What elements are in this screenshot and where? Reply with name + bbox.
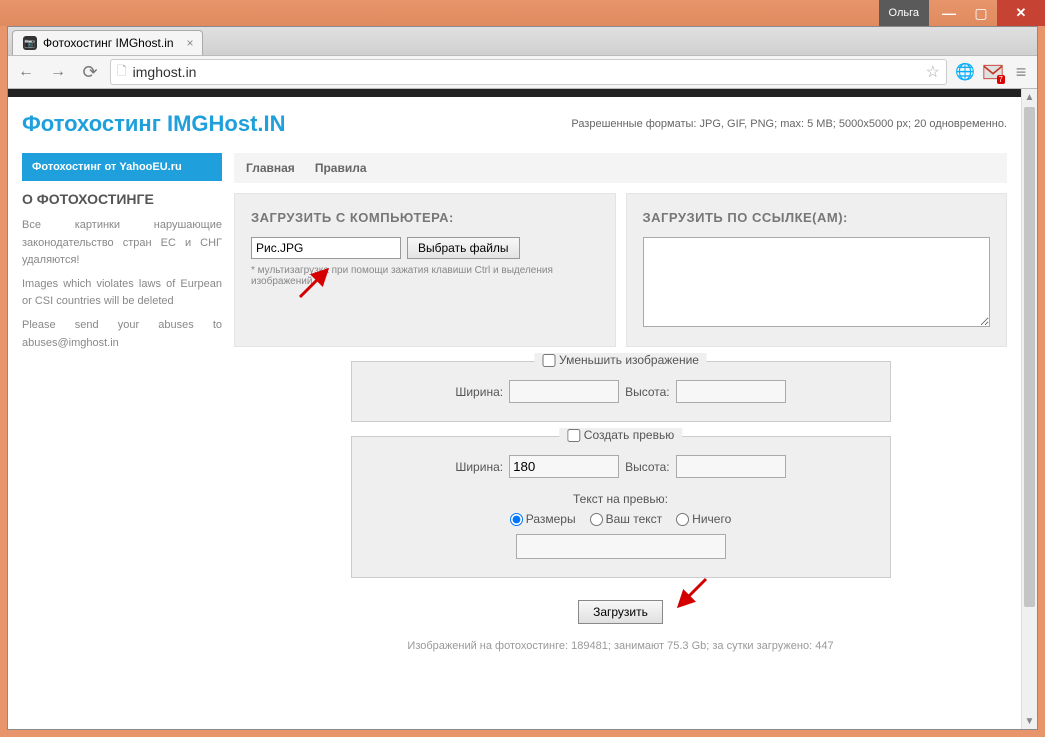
vertical-scrollbar[interactable]: ▲ ▼	[1021, 89, 1037, 729]
page-icon: 🗋	[117, 62, 127, 83]
user-badge[interactable]: Ольга	[879, 0, 929, 26]
sidebar-header: Фотохостинг от YahooEU.ru	[22, 153, 222, 181]
preview-opt-none-radio[interactable]	[676, 513, 689, 526]
about-text-1: Все картинки нарушающие законодательство…	[22, 217, 222, 270]
resize-legend: Уменьшить изображение	[559, 353, 699, 367]
tab-close-icon[interactable]: ×	[187, 36, 194, 50]
address-bar: 🗋 ☆ 🌐 7 ≡	[8, 55, 1037, 89]
preview-height-input[interactable]	[676, 455, 786, 478]
scroll-up-icon[interactable]: ▲	[1022, 89, 1037, 105]
preview-text-label: Текст на превью:	[370, 492, 872, 506]
resize-fieldset: Уменьшить изображение Ширина: Высота:	[351, 361, 891, 422]
url-box[interactable]: 🗋 ☆	[110, 59, 947, 85]
preview-width-label: Ширина:	[455, 460, 503, 474]
page-viewport: Фотохостинг IMGHost.IN Разрешенные форма…	[8, 89, 1021, 729]
maximize-button[interactable]	[965, 0, 997, 26]
upload-submit-button[interactable]: Загрузить	[578, 600, 663, 624]
resize-width-input[interactable]	[509, 380, 619, 403]
footer-stats: Изображений на фотохостинге: 189481; зан…	[234, 634, 1007, 658]
gmail-extension-icon[interactable]: 7	[983, 62, 1003, 82]
file-name-display: Рис.JPG	[251, 237, 401, 259]
preview-opt-none-label: Ничего	[692, 512, 731, 526]
preview-opt-size-label: Размеры	[526, 512, 576, 526]
main-content: Главная Правила ЗАГРУЗИТЬ С КОМПЬЮТЕРА: …	[234, 153, 1007, 658]
upload-from-url-box: ЗАГРУЗИТЬ ПО ССЫЛКЕ(АМ):	[626, 193, 1008, 347]
tab-strip: 📷 Фотохостинг IMGhost.in ×	[8, 27, 1037, 55]
main-nav: Главная Правила	[234, 153, 1007, 183]
tab-title: Фотохостинг IMGhost.in	[43, 36, 174, 50]
preview-fieldset: Создать превью Ширина: Высота: Текст на …	[351, 436, 891, 578]
url-input[interactable]	[133, 64, 920, 80]
preview-opt-size-radio[interactable]	[510, 513, 523, 526]
preview-custom-text-input[interactable]	[516, 534, 726, 559]
preview-opt-custom-radio[interactable]	[590, 513, 603, 526]
browser-window: 📷 Фотохостинг IMGhost.in × 🗋 ☆ 🌐 7 ≡	[7, 26, 1038, 730]
gmail-badge: 7	[997, 75, 1005, 84]
url-textarea[interactable]	[643, 237, 991, 327]
globe-extension-icon[interactable]: 🌐	[955, 62, 975, 82]
resize-height-input[interactable]	[676, 380, 786, 403]
upload-from-computer-box: ЗАГРУЗИТЬ С КОМПЬЮТЕРА: Рис.JPG Выбрать …	[234, 193, 616, 347]
browser-tab[interactable]: 📷 Фотохостинг IMGhost.in ×	[12, 30, 203, 55]
about-text-2: Images which violates laws of Eurpean or…	[22, 276, 222, 311]
upload-computer-title: ЗАГРУЗИТЬ С КОМПЬЮТЕРА:	[251, 210, 599, 225]
nav-rules[interactable]: Правила	[315, 161, 367, 175]
menu-icon[interactable]: ≡	[1011, 62, 1031, 82]
about-text-3: Please send your abuses to abuses@imghos…	[22, 317, 222, 352]
upload-url-title: ЗАГРУЗИТЬ ПО ССЫЛКЕ(АМ):	[643, 210, 991, 225]
top-black-bar	[8, 89, 1021, 97]
resize-height-label: Высота:	[625, 385, 670, 399]
preview-legend: Создать превью	[584, 428, 674, 442]
scroll-down-icon[interactable]: ▼	[1022, 713, 1037, 729]
window-titlebar: Ольга	[0, 0, 1045, 26]
preview-checkbox[interactable]	[567, 429, 580, 442]
reload-button[interactable]	[78, 60, 102, 84]
multiupload-hint: * мультизагрузка при помощи зажатия клав…	[251, 265, 599, 287]
resize-checkbox[interactable]	[542, 354, 555, 367]
site-title[interactable]: Фотохостинг IMGHost.IN	[22, 111, 286, 137]
preview-opt-custom-label: Ваш текст	[606, 512, 663, 526]
bookmark-star-icon[interactable]: ☆	[926, 62, 940, 82]
allowed-formats-text: Разрешенные форматы: JPG, GIF, PNG; max:…	[571, 118, 1007, 130]
annotation-arrow-2	[671, 574, 711, 614]
choose-files-button[interactable]: Выбрать файлы	[407, 237, 520, 259]
scroll-thumb[interactable]	[1024, 107, 1035, 607]
preview-height-label: Высота:	[625, 460, 670, 474]
close-button[interactable]	[997, 0, 1045, 26]
preview-width-input[interactable]	[509, 455, 619, 478]
favicon-icon: 📷	[23, 36, 37, 50]
nav-home[interactable]: Главная	[246, 161, 295, 175]
back-button[interactable]	[14, 60, 38, 84]
about-heading: О ФОТОХОСТИНГЕ	[22, 191, 222, 207]
resize-width-label: Ширина:	[455, 385, 503, 399]
forward-button[interactable]	[46, 60, 70, 84]
minimize-button[interactable]	[933, 0, 965, 26]
sidebar: Фотохостинг от YahooEU.ru О ФОТОХОСТИНГЕ…	[22, 153, 222, 658]
